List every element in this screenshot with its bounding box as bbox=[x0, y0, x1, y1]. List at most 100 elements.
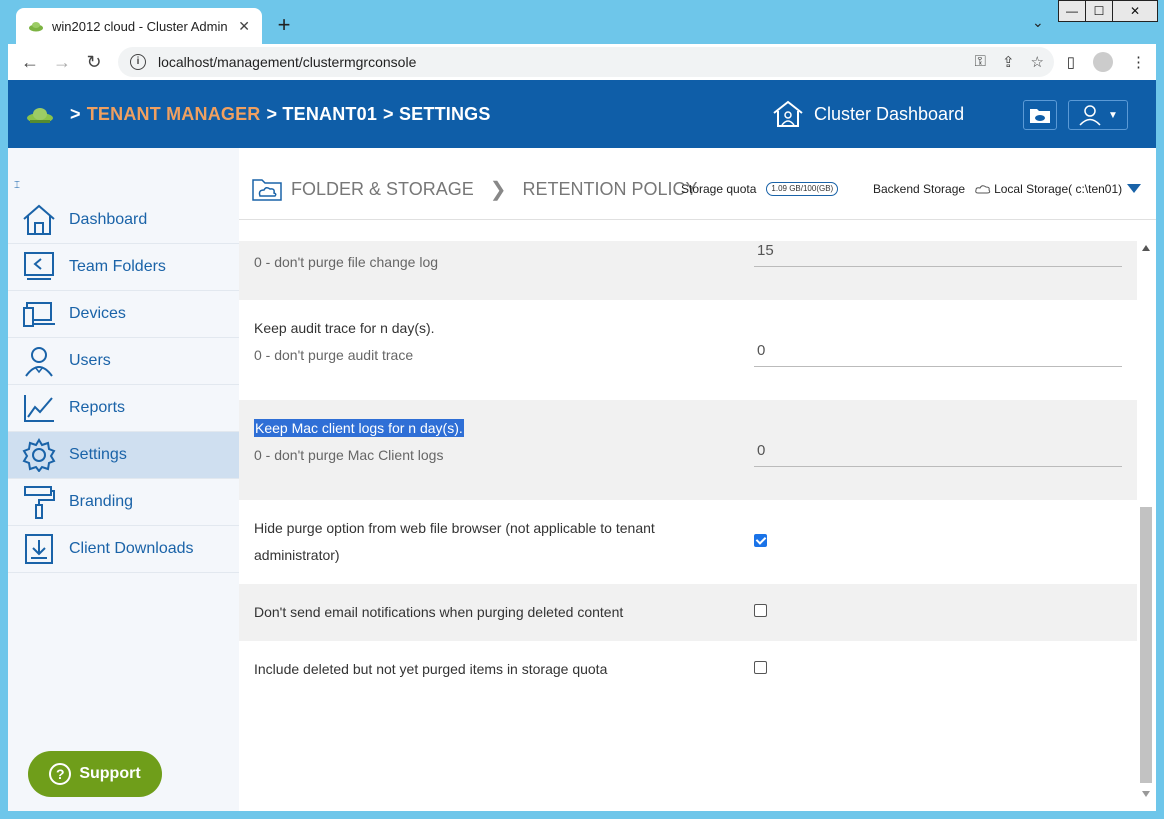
tab-search-icon[interactable]: ⌄ bbox=[1032, 14, 1044, 31]
content-scrollbar[interactable] bbox=[1137, 241, 1156, 801]
mac-logs-input[interactable]: 0 bbox=[754, 439, 1122, 467]
backend-storage-label: Backend Storage bbox=[873, 182, 966, 196]
sidebar-item-branding[interactable]: Branding bbox=[8, 479, 239, 526]
gear-icon bbox=[21, 437, 57, 473]
app-header: > TENANT MANAGER > TENANT01 > SETTINGS C… bbox=[8, 80, 1156, 148]
include-deleted-checkbox[interactable] bbox=[754, 661, 767, 674]
bookmark-star-icon[interactable]: ☆ bbox=[1031, 53, 1044, 71]
home-icon bbox=[21, 202, 57, 238]
scrollbar-thumb[interactable] bbox=[1140, 507, 1152, 783]
browser-toolbar: ← → ↻ i localhost/management/clustermgrc… bbox=[8, 44, 1156, 80]
tab-close-icon[interactable]: ✕ bbox=[238, 18, 250, 35]
sidebar-item-dashboard[interactable]: Dashboard bbox=[8, 197, 239, 244]
content-breadcrumb: FOLDER & STORAGE ❯ RETENTION POLICY bbox=[251, 176, 698, 202]
audit-trace-hint: 0 - don't purge audit trace bbox=[254, 347, 414, 363]
tab-title: win2012 cloud - Cluster Admin ( bbox=[52, 18, 233, 34]
chevron-down-icon: ▼ bbox=[1108, 109, 1118, 121]
new-tab-button[interactable]: + bbox=[270, 12, 298, 40]
key-icon[interactable]: ⚿ bbox=[975, 53, 986, 71]
user-icon bbox=[21, 343, 57, 379]
cloud-folder-button[interactable] bbox=[1023, 100, 1057, 130]
window-minimize-button[interactable]: — bbox=[1058, 0, 1086, 22]
user-account-icon bbox=[1079, 105, 1101, 126]
team-folder-icon bbox=[21, 249, 57, 285]
paint-roller-icon bbox=[21, 484, 57, 520]
scroll-up-icon[interactable] bbox=[1142, 245, 1150, 251]
audit-trace-input[interactable]: 0 bbox=[754, 339, 1122, 367]
menu-kebab-icon[interactable]: ⋮ bbox=[1131, 53, 1146, 71]
reload-button[interactable]: ↻ bbox=[78, 52, 110, 73]
app-logo-icon[interactable] bbox=[26, 106, 54, 124]
backend-storage[interactable]: Backend Storage Local Storage( c:\ten01) bbox=[873, 182, 1122, 196]
sidebar-item-users[interactable]: Users bbox=[8, 338, 239, 385]
header-breadcrumb: > TENANT MANAGER > TENANT01 > SETTINGS bbox=[70, 104, 491, 125]
browser-tab[interactable]: win2012 cloud - Cluster Admin ( ✕ bbox=[16, 8, 262, 44]
crumb-settings: > SETTINGS bbox=[383, 104, 491, 124]
address-bar[interactable]: i localhost/management/clustermgrconsole… bbox=[118, 47, 1054, 77]
side-panel-icon[interactable]: ▯ bbox=[1067, 53, 1075, 71]
storage-quota-label: Storage quota bbox=[681, 182, 757, 196]
cluster-dashboard-label: Cluster Dashboard bbox=[814, 103, 965, 124]
sidebar-item-reports[interactable]: Reports bbox=[8, 385, 239, 432]
include-deleted-row: Include deleted but not yet purged items… bbox=[239, 641, 1137, 698]
sidebar-item-label: Team Folders bbox=[69, 258, 166, 275]
sidebar-item-label: Dashboard bbox=[69, 211, 148, 228]
sidebar-item-settings[interactable]: Settings bbox=[8, 432, 239, 479]
sidebar-item-label: Devices bbox=[69, 305, 126, 322]
cloud-folder-icon bbox=[1030, 109, 1050, 123]
cloud-favicon-icon bbox=[29, 22, 43, 32]
mac-logs-label: Keep Mac client logs for n day(s). bbox=[254, 419, 464, 437]
hide-purge-label-line2: administrator) bbox=[254, 547, 340, 563]
breadcrumb-retention-policy: RETENTION POLICY bbox=[522, 178, 698, 199]
file-change-log-input[interactable]: 15 bbox=[754, 239, 1122, 267]
no-email-checkbox[interactable] bbox=[754, 604, 767, 617]
file-change-log-hint: 0 - don't purge file change log bbox=[254, 254, 439, 270]
site-info-icon[interactable]: i bbox=[130, 54, 146, 70]
sidebar-item-label: Settings bbox=[69, 446, 127, 463]
sidebar-item-team-folders[interactable]: Team Folders bbox=[8, 244, 239, 291]
sidebar-item-devices[interactable]: Devices bbox=[8, 291, 239, 338]
hide-purge-checkbox[interactable] bbox=[754, 534, 767, 547]
sidebar-collapse-icon[interactable]: ⌶ bbox=[14, 180, 20, 191]
storage-quota: Storage quota 1.09 GB/100(GB) bbox=[681, 182, 839, 196]
cloud-folder-icon bbox=[252, 179, 282, 201]
hide-purge-row: Hide purge option from web file browser … bbox=[239, 500, 1137, 584]
mac-logs-hint: 0 - don't purge Mac Client logs bbox=[254, 447, 444, 463]
hide-purge-label-line1: Hide purge option from web file browser … bbox=[254, 520, 655, 536]
scroll-down-icon[interactable] bbox=[1142, 791, 1150, 797]
window-close-button[interactable]: ✕ bbox=[1112, 0, 1158, 22]
storage-quota-value: 1.09 GB/100(GB) bbox=[766, 182, 839, 196]
backend-storage-dropdown-icon[interactable] bbox=[1127, 184, 1141, 193]
breadcrumb-folder-storage[interactable]: FOLDER & STORAGE bbox=[291, 179, 474, 200]
sidebar: ⌶ Dashboard Team Folders Devices Users R… bbox=[8, 148, 239, 811]
back-button[interactable]: ← bbox=[14, 52, 46, 73]
url-text: localhost/management/clustermgrconsole bbox=[158, 54, 417, 70]
no-email-row: Don't send email notifications when purg… bbox=[239, 584, 1137, 641]
window-maximize-button[interactable]: ☐ bbox=[1085, 0, 1113, 22]
sidebar-item-label: Reports bbox=[69, 399, 126, 416]
content-subheader: FOLDER & STORAGE ❯ RETENTION POLICY Stor… bbox=[239, 148, 1156, 220]
chevron-right-icon: ❯ bbox=[489, 178, 507, 201]
audit-trace-row: Keep audit trace for n day(s). 0 - don't… bbox=[239, 300, 1137, 400]
support-button[interactable]: ? Support bbox=[28, 751, 162, 797]
backend-storage-value: Local Storage( c:\ten01) bbox=[994, 182, 1123, 196]
forward-button[interactable]: → bbox=[46, 52, 78, 73]
main-content: FOLDER & STORAGE ❯ RETENTION POLICY Stor… bbox=[239, 148, 1156, 811]
house-user-icon bbox=[773, 100, 803, 127]
profile-avatar-icon[interactable] bbox=[1093, 52, 1113, 72]
sidebar-item-label: Branding bbox=[69, 493, 134, 510]
cloud-icon bbox=[975, 185, 991, 194]
crumb-tenant-manager[interactable]: TENANT MANAGER bbox=[87, 104, 261, 125]
cluster-dashboard-link[interactable]: Cluster Dashboard bbox=[772, 100, 964, 128]
devices-icon bbox=[21, 296, 57, 332]
user-menu-button[interactable]: ▼ bbox=[1068, 100, 1128, 130]
question-icon: ? bbox=[49, 763, 72, 785]
sidebar-item-client-downloads[interactable]: Client Downloads bbox=[8, 526, 239, 573]
chart-icon bbox=[21, 390, 57, 426]
share-icon[interactable]: ⇪ bbox=[1002, 53, 1015, 71]
crumb-tenant01[interactable]: > TENANT01 bbox=[267, 104, 378, 125]
crumb-separator: > bbox=[70, 104, 81, 124]
support-label: Support bbox=[79, 765, 141, 782]
browser-tabstrip: win2012 cloud - Cluster Admin ( ✕ + ⌄ bbox=[8, 0, 1156, 44]
download-icon bbox=[21, 531, 57, 567]
